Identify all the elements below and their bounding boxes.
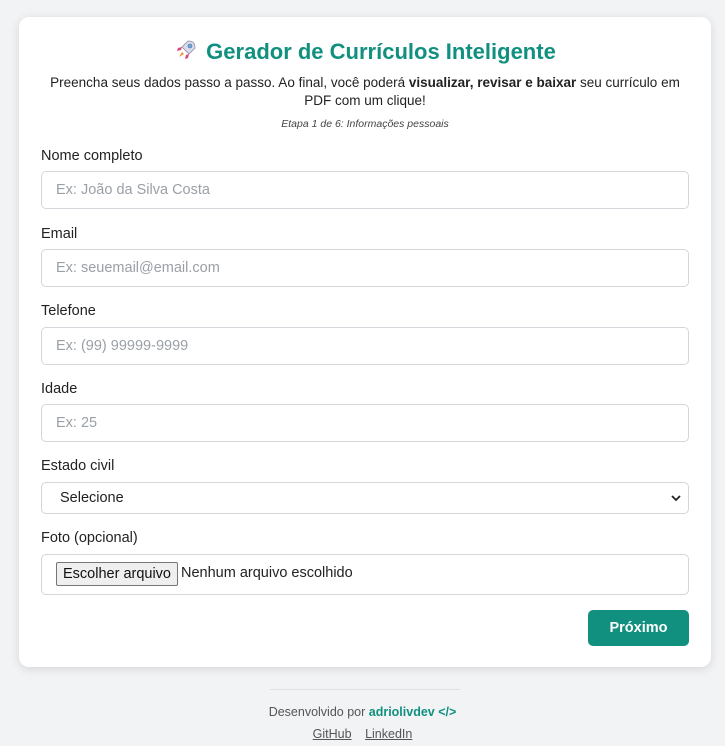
page-title-text: Gerador de Currículos Inteligente [206, 39, 556, 64]
author-name: adriolivdev </> [368, 705, 457, 719]
marital-status-select[interactable]: Selecione [41, 482, 689, 514]
marital-status-label: Estado civil [41, 458, 115, 474]
github-link[interactable]: GitHub [313, 727, 352, 741]
footer-links: GitHub LinkedIn [0, 727, 725, 741]
name-input[interactable] [41, 171, 689, 209]
photo-label: Foto (opcional) [41, 530, 138, 546]
photo-file-input[interactable]: Escolher arquivo Nenhum arquivo escolhid… [41, 554, 689, 595]
next-button[interactable]: Próximo [588, 610, 689, 646]
footer-credit: Desenvolvido por adriolivdev </> [268, 705, 457, 719]
name-label: Nome completo [41, 148, 143, 164]
email-input[interactable] [41, 249, 689, 287]
footer-divider [270, 689, 460, 690]
step-indicator: Etapa 1 de 6: Informações pessoais [281, 118, 449, 130]
chevron-down-icon [671, 495, 681, 502]
age-input[interactable] [41, 404, 689, 442]
file-status-text: Nenhum arquivo escolhido [181, 565, 353, 581]
phone-input[interactable] [41, 327, 689, 365]
marital-status-value: Selecione [60, 490, 124, 506]
rocket-icon [177, 40, 196, 59]
linkedin-link[interactable]: LinkedIn [365, 727, 412, 741]
form-card: Gerador de Currículos Inteligente Preenc… [19, 17, 711, 667]
page-subtitle: Preencha seus dados passo a passo. Ao fi… [50, 75, 680, 108]
email-label: Email [41, 226, 78, 242]
page-title: Gerador de Currículos Inteligente [19, 38, 711, 66]
age-label: Idade [41, 381, 78, 397]
choose-file-button[interactable]: Escolher arquivo [56, 562, 178, 586]
phone-label: Telefone [41, 303, 96, 319]
